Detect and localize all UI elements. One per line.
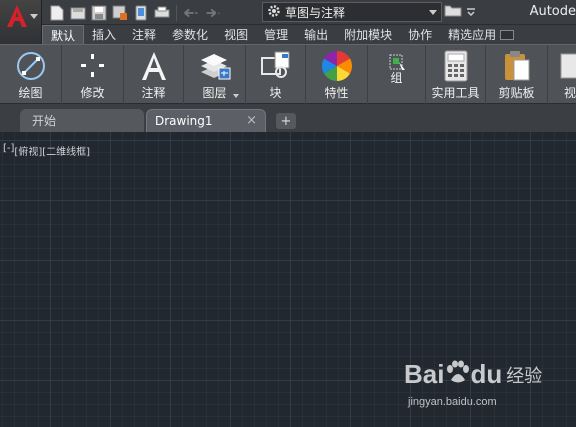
undo-icon[interactable] (182, 4, 200, 22)
utilities-button[interactable]: 实用工具 (426, 45, 486, 104)
tab-label: 管理 (264, 28, 289, 42)
modify-button[interactable]: 修改 (62, 45, 124, 104)
file-tab-bar: 开始 Drawing1 × + (0, 104, 576, 132)
dropdown-arrow-icon[interactable] (466, 5, 476, 19)
utilities-label: 实用工具 (431, 86, 480, 100)
tab-label: 输出 (304, 28, 329, 42)
ribbon-panel: 绘图 修改 注释 图层 块 特性 组 实用工具 剪贴板 视 (0, 44, 576, 104)
tab-manage[interactable]: 管理 (256, 25, 296, 44)
visual-style-menu[interactable]: [二维线框] (42, 143, 90, 158)
modify-icon (76, 49, 110, 83)
drawing-canvas[interactable]: [-] [俯视] [二维线框] Bai du 经验 jingyan.baidu.… (0, 132, 576, 427)
properties-label: 特性 (324, 86, 349, 100)
baidu-jingyan-watermark: Bai du 经验 jingyan.baidu.com (404, 359, 554, 415)
open-icon[interactable] (69, 4, 87, 22)
view-cube-menu[interactable]: [俯视] (14, 143, 42, 158)
tab-view[interactable]: 视图 (216, 25, 256, 44)
toolbar-separator (176, 4, 177, 21)
tab-drawing1-label: Drawing1 (155, 114, 213, 128)
tab-label: 插入 (92, 28, 117, 42)
workspace-label: 草图与注释 (285, 5, 346, 20)
quick-access-toolbar (48, 3, 221, 22)
block-icon (259, 49, 293, 83)
properties-icon (320, 49, 354, 83)
view-button[interactable]: 视 (548, 45, 576, 104)
clipboard-button[interactable]: 剪贴板 (486, 45, 548, 104)
tab-addins[interactable]: 附加模块 (336, 25, 400, 44)
viewport-menu[interactable]: [-] (3, 143, 14, 158)
draw-button[interactable]: 绘图 (0, 45, 62, 104)
minimize-ribbon-icon[interactable] (500, 29, 515, 40)
chevron-down-icon (233, 94, 239, 98)
tab-start[interactable]: 开始 (20, 109, 144, 132)
tab-label: 默认 (51, 28, 76, 43)
tab-label: 协作 (408, 28, 433, 42)
plus-icon: + (280, 113, 292, 129)
tab-default[interactable]: 默认 (42, 25, 85, 44)
save-as-icon[interactable] (111, 4, 129, 22)
block-button[interactable]: 块 (246, 45, 306, 104)
tab-featured-apps[interactable]: 精选应用 (440, 25, 522, 44)
annotation-button[interactable]: 注释 (124, 45, 184, 104)
close-icon[interactable]: × (246, 113, 257, 128)
save-icon[interactable] (90, 4, 108, 22)
clipboard-icon (500, 49, 534, 83)
layers-label: 图层 (202, 86, 227, 100)
workspace-selector[interactable]: 草图与注释 (262, 2, 442, 22)
annotation-icon (137, 49, 171, 83)
baidu-logo: Bai du 经验 (404, 359, 542, 390)
paw-icon (444, 360, 470, 389)
tab-parametric[interactable]: 参数化 (164, 25, 216, 44)
chevron-down-icon (30, 14, 38, 19)
new-file-icon[interactable] (48, 4, 66, 22)
application-menu-button[interactable] (0, 0, 42, 44)
chevron-down-icon (429, 10, 437, 15)
gear-icon (267, 4, 281, 21)
utilities-icon (439, 49, 473, 83)
title-right-tools (444, 3, 476, 20)
tab-output[interactable]: 输出 (296, 25, 336, 44)
tab-collaborate[interactable]: 协作 (400, 25, 440, 44)
watermark-url: jingyan.baidu.com (408, 396, 497, 408)
tab-label: 精选应用 (448, 28, 497, 42)
layers-button[interactable]: 图层 (184, 45, 246, 104)
annotation-label: 注释 (141, 86, 166, 100)
mobile-icon[interactable] (132, 4, 150, 22)
ribbon-tab-bar: 默认 插入 注释 参数化 视图 管理 输出 附加模块 协作 精选应用 (42, 25, 576, 44)
redo-icon[interactable] (203, 4, 221, 22)
draw-label: 绘图 (18, 86, 43, 100)
block-label: 块 (269, 86, 282, 100)
tab-insert[interactable]: 插入 (84, 25, 124, 44)
modify-label: 修改 (80, 86, 105, 100)
tab-label: 视图 (224, 28, 249, 42)
group-button[interactable]: 组 (368, 45, 426, 104)
tab-label: 附加模块 (344, 28, 393, 42)
tab-start-label: 开始 (32, 114, 57, 128)
viewport-controls: [-] [俯视] [二维线框] (3, 143, 90, 158)
watermark-brand-suffix: du (470, 359, 503, 389)
watermark-jingyan: 经验 (506, 365, 543, 387)
draw-icon (14, 49, 48, 83)
autocad-logo-icon (6, 4, 28, 28)
tab-annotate[interactable]: 注释 (124, 25, 164, 44)
tab-label: 注释 (132, 28, 157, 42)
tab-label: 参数化 (172, 28, 209, 42)
folder-icon[interactable] (444, 3, 462, 20)
properties-button[interactable]: 特性 (306, 45, 368, 104)
print-icon[interactable] (153, 4, 171, 22)
tab-drawing1[interactable]: Drawing1 × (146, 109, 266, 132)
view-icon (558, 49, 576, 83)
view-label: 视 (564, 86, 576, 100)
layers-icon (198, 49, 232, 83)
title-bar: 草图与注释 Autode (0, 0, 576, 25)
group-label: 组 (390, 71, 403, 85)
watermark-brand: Bai (404, 359, 445, 389)
clipboard-label: 剪贴板 (498, 86, 535, 100)
app-title: Autode (529, 4, 576, 19)
new-tab-button[interactable]: + (276, 113, 296, 129)
